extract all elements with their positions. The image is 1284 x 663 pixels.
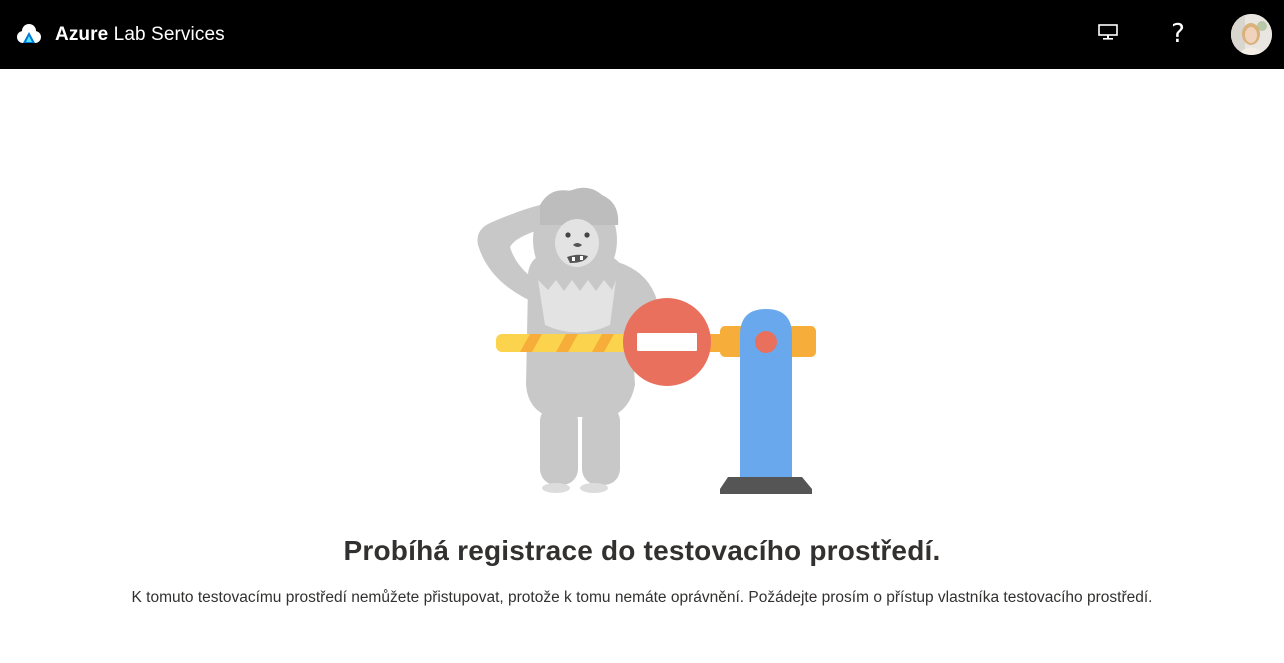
azure-lab-services-cloud-icon [14, 23, 42, 47]
user-avatar[interactable] [1231, 14, 1272, 55]
virtual-machines-button[interactable] [1086, 12, 1130, 56]
page-title: Probíhá registrace do testovacího prostř… [343, 535, 941, 566]
access-denied-message: K tomuto testovacímu prostředí nemůžete … [131, 589, 1153, 606]
yeti-blocked-illustration [470, 185, 820, 500]
help-icon: ? [1171, 19, 1185, 49]
monitor-icon [1098, 23, 1118, 45]
app-title: Azure Lab Services [55, 24, 225, 45]
help-button[interactable]: ? [1156, 12, 1200, 56]
no-entry-sign [623, 298, 711, 386]
brand-home-link[interactable]: Azure Lab Services [14, 19, 225, 51]
top-bar: Azure Lab Services ? [0, 0, 1284, 69]
